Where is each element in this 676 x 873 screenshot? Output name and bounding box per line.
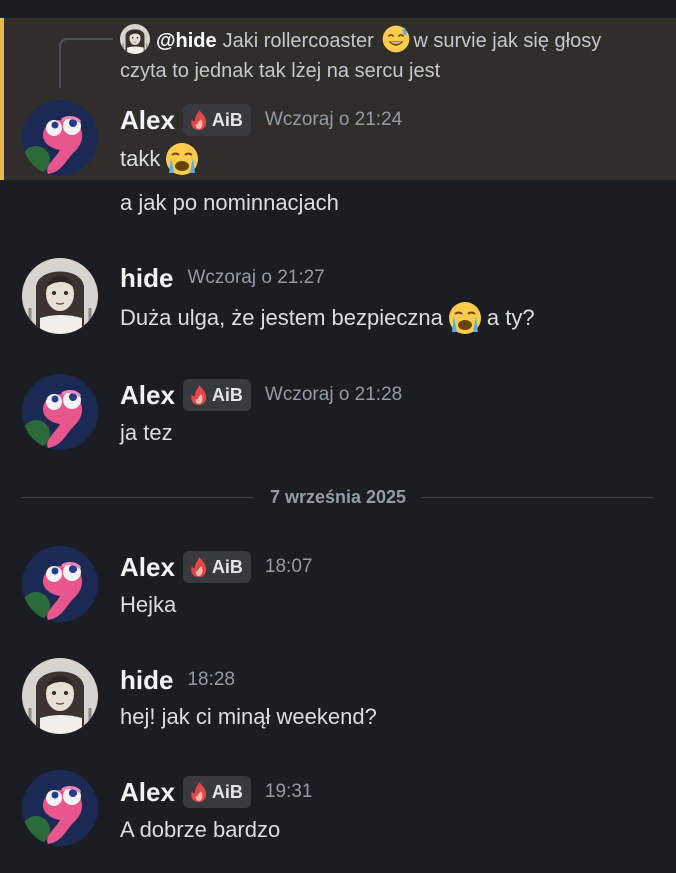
timestamp: Wczoraj o 21:28	[264, 384, 403, 405]
tag-label: AiB	[211, 109, 243, 130]
message-text: A dobrze bardzo	[120, 817, 281, 842]
message-header: Alex AiB Wczoraj o 21:28	[120, 377, 402, 413]
author-name[interactable]: Alex	[120, 777, 175, 808]
date-divider: 7 września 2025	[22, 485, 654, 509]
server-tag[interactable]: AiB	[182, 776, 251, 808]
message-line: takk	[120, 146, 161, 171]
message-header: Alex AiB 19:31	[120, 774, 312, 810]
message-header: hide 18:28	[120, 662, 235, 698]
timestamp: Wczoraj o 21:27	[187, 267, 325, 288]
tag-label: AiB	[211, 556, 243, 577]
tag-label: AiB	[211, 384, 243, 405]
reply-connector	[59, 38, 113, 88]
fire-icon	[189, 781, 209, 803]
message-header: hide Wczoraj o 21:27	[120, 260, 325, 296]
message-line: Duża ulga, że jestem bezpieczna	[120, 305, 443, 330]
date-label: 7 września 2025	[269, 486, 407, 507]
fire-icon	[189, 109, 209, 131]
avatar[interactable]	[22, 100, 98, 176]
avatar[interactable]	[22, 374, 98, 450]
sweat-smile-emoji-icon	[381, 24, 411, 54]
fire-icon	[189, 384, 209, 406]
message-header: Alex AiB 18:07	[120, 549, 312, 585]
divider-line	[422, 496, 654, 498]
author-name[interactable]: Alex	[120, 552, 175, 583]
server-tag[interactable]: AiB	[182, 379, 251, 411]
message-text: a jak po nominnacjach	[120, 190, 339, 215]
server-tag[interactable]: AiB	[182, 104, 251, 136]
message-text: Hejka	[120, 592, 177, 617]
message-text: hej! jak ci minął weekend?	[120, 704, 377, 729]
timestamp: 19:31	[264, 781, 313, 802]
timestamp: Wczoraj o 21:24	[264, 109, 403, 130]
author-name[interactable]: Alex	[120, 105, 175, 136]
divider-line	[22, 496, 254, 498]
timestamp: 18:07	[264, 556, 313, 577]
message-text: Duża ulga, że jestem bezpieczna a ty?	[120, 300, 535, 336]
message-text: ja tez	[120, 420, 173, 445]
author-name[interactable]: hide	[120, 665, 173, 696]
loudly-crying-emoji-icon	[447, 300, 483, 336]
avatar[interactable]	[22, 770, 98, 846]
author-name[interactable]: Alex	[120, 380, 175, 411]
reply-text-line2: czyta to jednak tak lżej na sercu jest	[120, 60, 441, 82]
reply-preview[interactable]: @hide Jaki rollercoaster w survie jak się…	[120, 24, 660, 86]
mention-highlight-bar	[0, 18, 4, 180]
reply-avatar	[120, 24, 150, 54]
tag-label: AiB	[211, 781, 243, 802]
loudly-crying-emoji-icon	[164, 141, 200, 177]
message-text: takk	[120, 141, 204, 177]
avatar[interactable]	[22, 258, 98, 334]
reply-text-before: Jaki rollercoaster	[222, 30, 374, 52]
author-name[interactable]: hide	[120, 263, 173, 294]
avatar[interactable]	[22, 546, 98, 622]
message-line: a ty?	[486, 305, 535, 330]
reply-mention[interactable]: @hide	[156, 30, 217, 52]
message-header: Alex AiB Wczoraj o 21:24	[120, 102, 402, 138]
reply-text-after: w survie jak się głosy	[413, 30, 602, 52]
timestamp: 18:28	[187, 669, 235, 690]
server-tag[interactable]: AiB	[182, 551, 251, 583]
fire-icon	[189, 556, 209, 578]
avatar[interactable]	[22, 658, 98, 734]
